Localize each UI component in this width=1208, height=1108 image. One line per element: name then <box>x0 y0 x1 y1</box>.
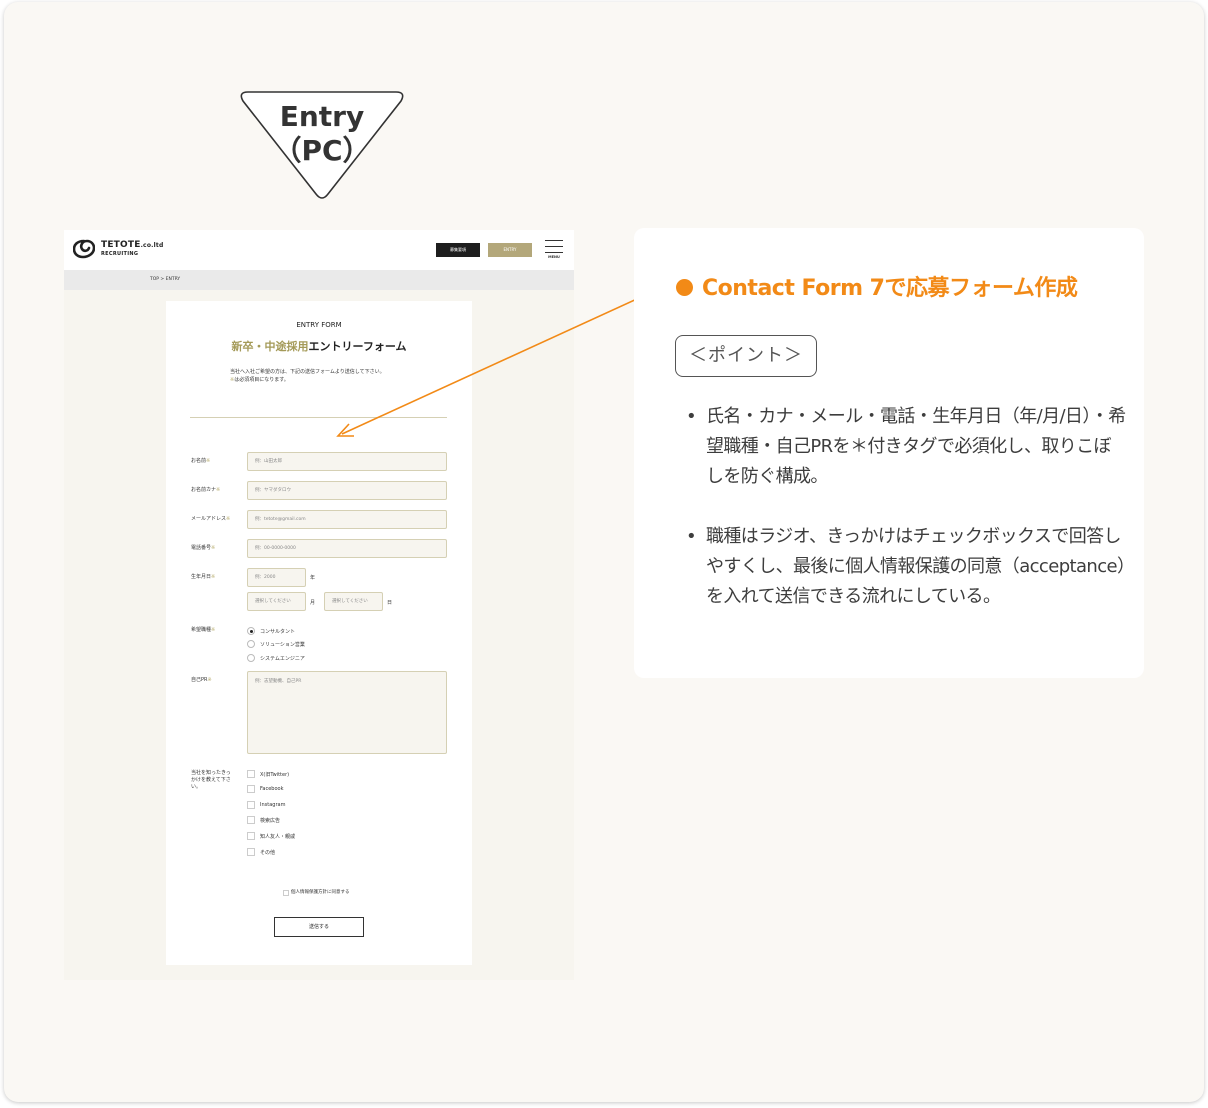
entry-button[interactable]: ENTRY <box>488 243 532 257</box>
breadcrumb-bar <box>64 270 574 290</box>
point-item: 氏名・カナ・メール・電話・生年月日（年/月/日）・希望職種・自己PRを＊付きタグ… <box>686 402 1126 492</box>
phone-label-text: 電話番号 <box>191 545 212 551</box>
job-radio-system-engineer[interactable] <box>247 654 255 662</box>
breadcrumb[interactable]: TOP > ENTRY <box>150 277 180 282</box>
job-option-label: システムエンジニア <box>260 656 305 662</box>
required-mark: ※ <box>211 574 216 580</box>
required-mark: ※ <box>211 627 216 633</box>
intro-line2-text: は必須項目になります。 <box>234 377 289 383</box>
page-canvas: Entry （PC） TETOTE.co.ltd RECRUITING 募集要項… <box>4 2 1204 1102</box>
job-option-label: コンサルタント <box>260 629 296 635</box>
pr-label: 自己PR※ <box>191 677 212 684</box>
job-radio-solution-sales[interactable] <box>247 640 255 648</box>
job-label-text: 希望職種 <box>191 627 212 633</box>
required-mark: ※ <box>207 677 212 683</box>
year-unit: 年 <box>310 575 316 581</box>
form-title: 新卒・中途採用エントリーフォーム <box>166 338 472 354</box>
required-mark: ※ <box>206 458 211 464</box>
info-panel: Contact Form 7で応募フォーム作成 ＜ポイント＞ 氏名・カナ・メール… <box>634 228 1144 678</box>
birth-day-select[interactable]: 選択してください <box>324 592 383 611</box>
kana-label-text: お名前カナ <box>191 487 217 493</box>
source-option-label: その他 <box>260 850 276 856</box>
intro-line1: 当社へ入社ご希望の方は、下記の送信フォームより送信して下さい。 <box>230 369 385 375</box>
birth-month-select[interactable]: 選択してください <box>247 592 306 611</box>
required-mark: ※ <box>216 487 221 493</box>
month-unit: 月 <box>310 600 316 606</box>
logo-name: TETOTE <box>101 240 141 250</box>
bullet-dot-icon <box>676 279 693 296</box>
source-option-label: 知人友人・親戚 <box>260 834 296 840</box>
logo-text: TETOTE.co.ltd <box>101 240 163 250</box>
kana-label: お名前カナ※ <box>191 487 220 494</box>
required-mark: ※ <box>211 545 216 551</box>
job-option-label: ソリューション営業 <box>260 642 305 648</box>
birth-year-input[interactable]: 例：2000 <box>247 568 306 587</box>
logo-sub: RECRUITING <box>101 251 139 257</box>
phone-label: 電話番号※ <box>191 545 215 552</box>
source-label-line: い。 <box>191 784 202 790</box>
email-input[interactable]: 例：tetote@gmail.com <box>247 510 447 529</box>
source-label-line: 当社を知ったきっ <box>191 770 231 776</box>
phone-input[interactable]: 例：00-0000-0000 <box>247 539 447 558</box>
source-label-line: かけを教えて下さ <box>191 777 231 783</box>
name-label: お名前※ <box>191 458 210 465</box>
birth-label-text: 生年月日 <box>191 574 212 580</box>
name-input[interactable]: 例：山田太郎 <box>247 452 447 471</box>
submit-button[interactable]: 送信する <box>274 917 364 937</box>
job-radio-consultant[interactable] <box>247 627 255 635</box>
point-tag: ＜ポイント＞ <box>675 335 817 377</box>
panel-heading: Contact Form 7で応募フォーム作成 <box>676 270 1078 302</box>
form-eyebrow: ENTRY FORM <box>296 321 342 329</box>
pr-label-text: 自己PR <box>191 677 208 683</box>
source-option-label: Instagram <box>260 802 286 808</box>
site-preview: TETOTE.co.ltd RECRUITING 募集要項 ENTRY MENU… <box>64 230 574 980</box>
email-label: メールアドレス※ <box>191 516 230 523</box>
birth-label: 生年月日※ <box>191 574 215 581</box>
site-header: TETOTE.co.ltd RECRUITING 募集要項 ENTRY MENU <box>64 230 574 270</box>
point-list: 氏名・カナ・メール・電話・生年月日（年/月/日）・希望職種・自己PRを＊付きタグ… <box>686 402 1126 642</box>
kana-input[interactable]: 例：ヤマダタロウ <box>247 481 447 500</box>
source-option-label: Facebook <box>260 786 284 792</box>
menu-icon-bar <box>545 240 563 241</box>
source-option-label: X(旧Twitter) <box>260 772 290 778</box>
source-checkbox[interactable] <box>247 832 255 840</box>
point-item: 職種はラジオ、きっかけはチェックボックスで回答しやすくし、最後に個人情報保護の同… <box>686 522 1126 612</box>
source-checkbox[interactable] <box>247 848 255 856</box>
badge-title: Entry （PC） <box>236 100 408 168</box>
form-divider <box>190 417 447 418</box>
form-intro: 当社へ入社ご希望の方は、下記の送信フォームより送信して下さい。 ※は必須項目にな… <box>230 368 385 384</box>
source-option-label: 検索広告 <box>260 818 281 824</box>
source-checkbox[interactable] <box>247 785 255 793</box>
privacy-agree-label: 個人情報保護方針に同意する <box>291 890 350 895</box>
entry-form-card: ENTRY FORM 新卒・中途採用エントリーフォーム 当社へ入社ご希望の方は、… <box>166 301 472 965</box>
badge-line2: （PC） <box>273 134 371 167</box>
source-checkbox[interactable] <box>247 770 255 778</box>
recruit-info-button[interactable]: 募集要項 <box>436 243 480 257</box>
name-label-text: お名前 <box>191 458 207 464</box>
source-checkbox[interactable] <box>247 816 255 824</box>
menu-label: MENU <box>548 255 560 259</box>
form-title-accent: 新卒・中途採用 <box>231 340 309 353</box>
entry-pc-badge: Entry （PC） <box>236 90 408 202</box>
logo-suffix: .co.ltd <box>140 242 164 249</box>
logo-icon <box>73 239 95 259</box>
form-title-rest: エントリーフォーム <box>308 340 407 353</box>
source-label: 当社を知ったきっ かけを教えて下さ い。 <box>191 770 231 791</box>
day-unit: 日 <box>387 600 393 606</box>
menu-icon-bar <box>545 252 563 253</box>
source-checkbox[interactable] <box>247 801 255 809</box>
required-mark: ※ <box>226 516 231 522</box>
email-label-text: メールアドレス <box>191 516 227 522</box>
menu-button[interactable]: MENU <box>545 240 563 262</box>
pr-textarea[interactable]: 例：志望動機、自己PR <box>247 671 447 754</box>
panel-heading-text: Contact Form 7で応募フォーム作成 <box>702 276 1078 301</box>
badge-line1: Entry <box>279 100 365 133</box>
privacy-agree-checkbox[interactable] <box>283 890 289 896</box>
intro-line2: ※は必須項目になります。 <box>230 376 385 384</box>
job-label: 希望職種※ <box>191 627 215 634</box>
menu-icon-bar <box>545 246 563 247</box>
